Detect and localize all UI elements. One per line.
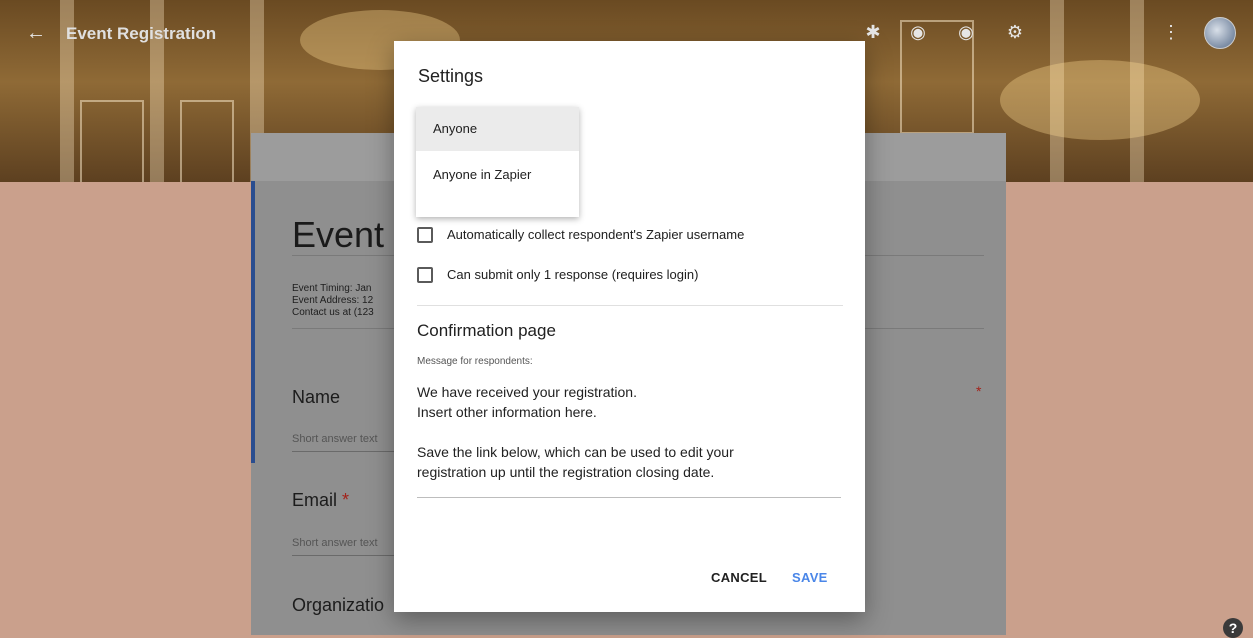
required-star: * [976,383,982,399]
gear-icon[interactable]: ⚙ [1004,21,1026,43]
question-label-text: Email [292,490,338,510]
required-star: * [342,490,350,510]
short-answer-line [292,555,396,556]
form-description[interactable]: Event Timing: Jan Event Address: 12 Cont… [292,283,374,319]
scrolled-hidden-text [417,531,717,539]
document-title[interactable]: Event Registration [66,24,216,44]
short-answer-placeholder: Short answer text [292,537,378,549]
form-focus-accent [251,181,255,463]
message-line: Save the link below, which can be used t… [417,444,734,460]
question-email-label[interactable]: Email * [292,490,349,511]
confirmation-page-title: Confirmation page [417,321,556,340]
more-vert-icon[interactable]: ⋮ [1160,21,1182,43]
dropdown-option-anyone[interactable]: Anyone [416,107,579,151]
eye-icon[interactable]: ◉ [955,21,977,43]
checkbox[interactable] [417,267,433,283]
message-line: registration up until the registration c… [417,464,715,480]
form-description-line: Event Address: 12 [292,295,374,306]
banner-window [80,100,144,182]
message-caption: Message for respondents: [417,356,533,367]
dialog-title: Settings [418,66,484,86]
question-name-label[interactable]: Name [292,387,340,408]
question-organization-label[interactable]: Organizatio [292,595,384,616]
checkbox[interactable] [417,227,433,243]
form-description-line: Contact us at (123 [292,307,374,318]
message-line: Insert other information here. [417,404,597,420]
puzzle-icon[interactable]: ✱ [862,21,884,43]
banner-glow [1000,60,1200,140]
avatar[interactable] [1204,17,1236,49]
cancel-button[interactable]: CANCEL [711,570,767,585]
save-button[interactable]: SAVE [792,570,828,585]
help-icon[interactable]: ? [1223,618,1243,638]
section-divider [417,305,843,306]
form-description-line: Event Timing: Jan [292,283,372,294]
checkbox-label: Can submit only 1 response (requires log… [447,267,699,282]
palette-icon[interactable]: ◉ [907,21,929,43]
short-answer-line [292,451,396,452]
short-answer-placeholder: Short answer text [292,433,378,445]
dropdown-option-anyone-in-zapier[interactable]: Anyone in Zapier [416,153,579,197]
confirmation-message-textarea[interactable]: We have received your registration. Inse… [417,382,847,482]
message-line: We have received your registration. [417,384,637,400]
form-title[interactable]: Event r [292,214,406,256]
question-label-text: Organizatio [292,595,385,615]
back-arrow-icon[interactable]: ← [26,22,46,45]
question-label-text: Name [292,387,341,407]
checkbox-label: Automatically collect respondent's Zapie… [447,227,745,242]
settings-dialog: Settings Automatically collect responden… [394,41,865,612]
textarea-underline [417,497,841,498]
banner-window [180,100,234,182]
respondent-scope-dropdown-menu[interactable]: Anyone Anyone in Zapier [416,107,579,217]
